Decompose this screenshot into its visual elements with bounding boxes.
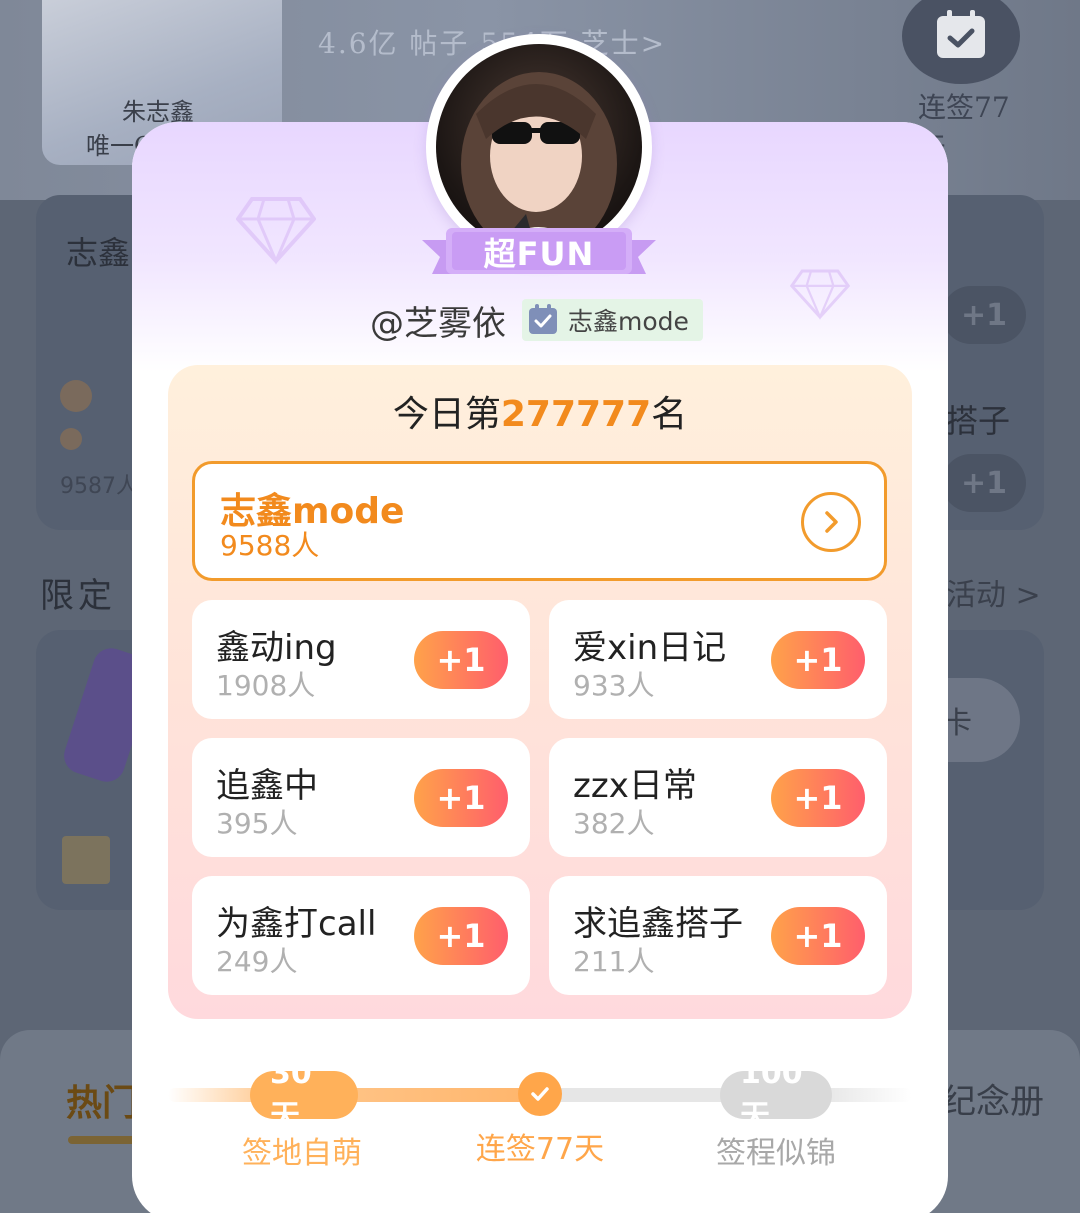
join-plus-button[interactable]: +1 (414, 631, 508, 689)
avatar-portrait-icon (461, 72, 617, 250)
group-name: 鑫动ing (216, 628, 337, 668)
group-tag-label: 志鑫mode (568, 307, 689, 336)
background-section-more[interactable]: 活动 > (946, 570, 1041, 614)
group-tag[interactable]: 志鑫mode (522, 299, 703, 341)
join-plus-button[interactable]: +1 (771, 907, 865, 965)
milestone-100-pill: 100天 (720, 1056, 832, 1134)
rank-prefix: 今日第 (392, 394, 501, 435)
group-name: 爱xin日记 (573, 628, 727, 668)
milestone-30-pill: 30天 (250, 1056, 358, 1134)
rank-title: 今日第277777名 (168, 385, 912, 437)
background-thumbnail (62, 836, 110, 884)
tab-underline (68, 1136, 138, 1144)
join-plus-button[interactable]: +1 (414, 769, 508, 827)
group-card[interactable]: 爱xin日记 933人 +1 (549, 600, 887, 719)
check-icon (531, 1087, 549, 1101)
group-card[interactable]: 鑫动ing 1908人 +1 (192, 600, 530, 719)
calendar-check-icon (937, 10, 985, 58)
group-card[interactable]: zzx日常 382人 +1 (549, 738, 887, 857)
group-count: 211人 (573, 945, 655, 978)
milestone-label: 连签77天 (475, 1132, 605, 1167)
milestone-current-marker (518, 1072, 562, 1116)
background-row-text: 搭子 (946, 402, 1011, 440)
background-avatar (60, 428, 82, 450)
group-count: 395人 (216, 807, 298, 840)
group-name: zzx日常 (573, 766, 697, 806)
group-name: 求追鑫搭子 (573, 904, 743, 944)
background-card-title: 志鑫 (66, 234, 131, 272)
group-name: 追鑫中 (216, 766, 318, 806)
primary-group-count: 9588人 (220, 529, 320, 562)
background-plus-button[interactable]: +1 (942, 286, 1026, 344)
join-plus-button[interactable]: +1 (414, 907, 508, 965)
group-count: 249人 (216, 945, 298, 978)
group-name: 为鑫打call (216, 904, 377, 944)
avatar[interactable] (436, 44, 642, 250)
group-card[interactable]: 为鑫打call 249人 +1 (192, 876, 530, 995)
group-card[interactable]: 追鑫中 395人 +1 (192, 738, 530, 857)
milestone-label: 签程似锦 (716, 1136, 836, 1171)
group-count: 1908人 (216, 669, 316, 702)
calendar-check-icon (529, 304, 557, 334)
group-count: 382人 (573, 807, 655, 840)
group-card[interactable]: 求追鑫搭子 211人 +1 (549, 876, 887, 995)
user-info: @芝雾依 志鑫mode (370, 298, 703, 344)
rank-number: 277777 (500, 394, 652, 435)
chevron-right-icon (825, 511, 838, 533)
background-section-title: 限定 (40, 576, 116, 616)
diamond-icon (236, 197, 316, 265)
background-plus-button[interactable]: +1 (942, 454, 1026, 512)
join-plus-button[interactable]: +1 (771, 769, 865, 827)
tab-hot[interactable]: 热门 (66, 1074, 138, 1126)
background-count: 9587人 (60, 474, 138, 499)
tab-album[interactable]: 纪念册 (942, 1074, 1044, 1123)
username: @芝雾依 (370, 303, 506, 344)
group-count: 933人 (573, 669, 655, 702)
milestone-label: 签地自萌 (242, 1136, 362, 1171)
join-plus-button[interactable]: +1 (771, 631, 865, 689)
rank-suffix: 名 (651, 394, 688, 435)
level-badge: 超FUN (483, 235, 595, 273)
background-avatar (60, 380, 92, 412)
primary-group-arrow-button[interactable] (801, 492, 861, 552)
diamond-icon (790, 269, 850, 320)
